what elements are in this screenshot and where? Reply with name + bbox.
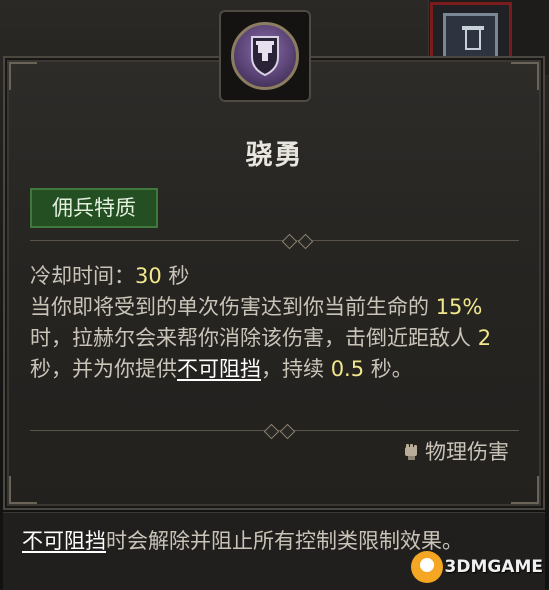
stun-duration: 2 bbox=[477, 326, 492, 350]
unstoppable-duration: 0.5 bbox=[330, 357, 365, 381]
cooldown-value: 30 bbox=[135, 264, 162, 288]
cooldown-unit: 秒 bbox=[161, 264, 190, 288]
divider-bottom bbox=[30, 423, 519, 440]
divider-top bbox=[30, 233, 519, 250]
mercenary-trait-tag: 佣兵特质 bbox=[30, 188, 158, 228]
desc-part-2: 时，拉赫尔会来帮你消除该伤害，击倒近距敌人 bbox=[30, 326, 471, 350]
note-text: 时会解除并阻止所有控制类限制效果。 bbox=[106, 529, 463, 553]
damage-threshold-percent: 15% bbox=[435, 295, 483, 319]
damage-type-label: 物理伤害 bbox=[425, 440, 509, 464]
unstoppable-keyword[interactable]: 不可阻挡 bbox=[177, 357, 261, 381]
site-watermark: 3DMGAME bbox=[410, 551, 544, 583]
fist-icon bbox=[403, 442, 419, 460]
damage-type: 物理伤害 bbox=[403, 436, 509, 466]
skill-title: 骁勇 bbox=[245, 140, 304, 171]
watermark-logo-icon bbox=[410, 551, 443, 583]
desc-part-1: 当你即将受到的单次伤害达到你当前生命的 bbox=[30, 295, 429, 319]
desc-part-5: 秒。 bbox=[364, 357, 413, 381]
cooldown-label: 冷却时间： bbox=[30, 264, 135, 288]
note-term[interactable]: 不可阻挡 bbox=[22, 529, 106, 553]
desc-part-3: 秒，并为你提供 bbox=[30, 357, 177, 381]
skill-emblem-frame bbox=[219, 10, 311, 102]
desc-part-4: ，持续 bbox=[261, 357, 324, 381]
watermark-text: 3DMGAME bbox=[444, 557, 544, 577]
bravery-emblem-icon bbox=[231, 22, 299, 90]
skill-description: 冷却时间：30 秒 当你即将受到的单次伤害达到你当前生命的 15% 时，拉赫尔会… bbox=[30, 261, 530, 385]
